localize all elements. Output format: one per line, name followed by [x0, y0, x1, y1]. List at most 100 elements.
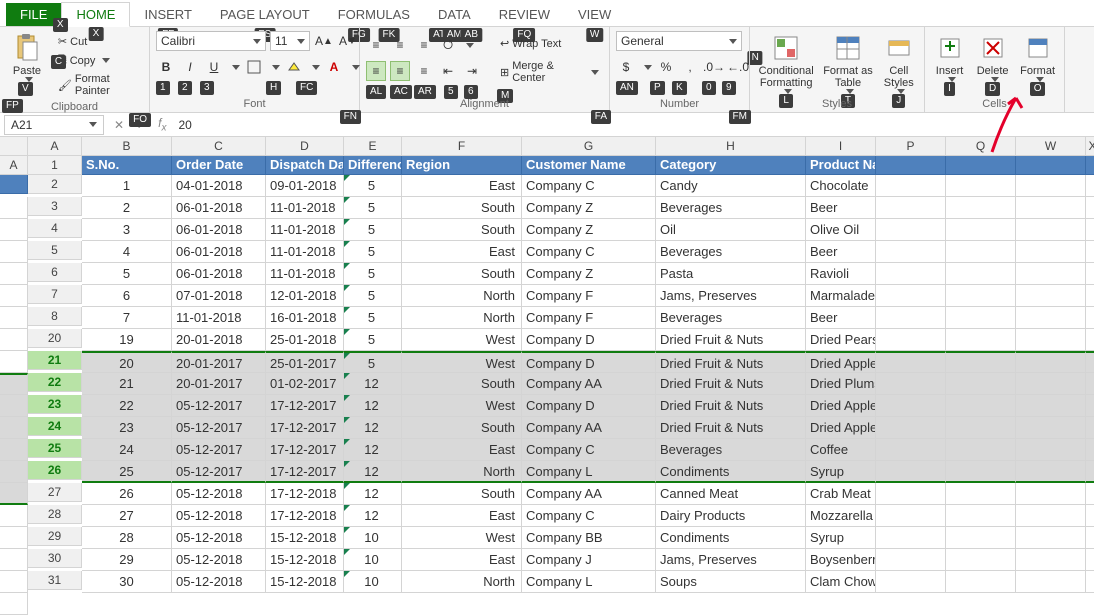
column-header[interactable]: P: [876, 137, 946, 156]
cell[interactable]: [1086, 549, 1094, 571]
cell[interactable]: 15-12-2018: [266, 571, 344, 593]
cell-styles-button[interactable]: Cell Styles J: [880, 31, 918, 94]
cell[interactable]: 5: [344, 307, 402, 329]
cell[interactable]: Company Z: [522, 263, 656, 285]
cell[interactable]: 5: [344, 197, 402, 219]
cell[interactable]: Company D: [522, 351, 656, 373]
cell[interactable]: [0, 263, 28, 285]
cell[interactable]: Beer: [806, 241, 876, 263]
fx-button[interactable]: fx: [152, 116, 172, 133]
cell[interactable]: [1016, 263, 1086, 285]
bold-button[interactable]: B: [156, 57, 176, 77]
cell[interactable]: 17-12-2017: [266, 417, 344, 439]
cell[interactable]: 11-01-2018: [172, 307, 266, 329]
decrease-decimal-button[interactable]: ←.0: [728, 57, 748, 77]
row-header[interactable]: 6: [28, 263, 82, 282]
cell[interactable]: [1016, 219, 1086, 241]
table-header-cell[interactable]: Product Name: [806, 156, 876, 175]
row-header[interactable]: 22: [28, 373, 82, 392]
row-header[interactable]: 21: [28, 351, 82, 370]
cell[interactable]: [946, 505, 1016, 527]
cell[interactable]: 05-12-2018: [172, 549, 266, 571]
fill-color-button[interactable]: [284, 57, 304, 77]
column-header[interactable]: E: [344, 137, 402, 156]
table-header-cell[interactable]: [876, 156, 946, 175]
cell[interactable]: Condiments: [656, 527, 806, 549]
table-header-cell[interactable]: Difference: [344, 156, 402, 175]
cell[interactable]: [1016, 285, 1086, 307]
column-header[interactable]: X: [1086, 137, 1094, 156]
cell[interactable]: [876, 285, 946, 307]
cell[interactable]: [946, 329, 1016, 351]
cell[interactable]: 12-01-2018: [266, 285, 344, 307]
cell[interactable]: 28: [82, 527, 172, 549]
cell[interactable]: [1016, 373, 1086, 395]
cell[interactable]: 12: [344, 417, 402, 439]
cell[interactable]: Company J: [522, 549, 656, 571]
row-header[interactable]: 27: [28, 483, 82, 502]
cell[interactable]: 11-01-2018: [266, 263, 344, 285]
cell[interactable]: Jams, Preserves: [656, 285, 806, 307]
cell[interactable]: Company AA: [522, 373, 656, 395]
formula-input[interactable]: 20: [172, 118, 1094, 132]
format-cells-button[interactable]: Format O: [1017, 31, 1058, 82]
number-format-select[interactable]: General: [616, 31, 742, 51]
cell[interactable]: [1016, 571, 1086, 593]
cell[interactable]: [946, 417, 1016, 439]
cell[interactable]: [876, 197, 946, 219]
cell[interactable]: [876, 329, 946, 351]
cell[interactable]: 20-01-2017: [172, 373, 266, 395]
increase-font-button[interactable]: A▲: [314, 31, 334, 51]
cell[interactable]: 30: [82, 571, 172, 593]
cell[interactable]: 05-12-2018: [172, 571, 266, 593]
cell[interactable]: Marmalade: [806, 285, 876, 307]
cell[interactable]: South: [402, 263, 522, 285]
merge-center-button[interactable]: ⊞Merge & Center M: [496, 58, 603, 86]
accounting-format-button[interactable]: $: [616, 57, 636, 77]
column-header[interactable]: C: [172, 137, 266, 156]
cell[interactable]: [876, 263, 946, 285]
cell[interactable]: 12: [344, 483, 402, 505]
cell[interactable]: [876, 417, 946, 439]
cell[interactable]: [1086, 263, 1094, 285]
insert-cells-button[interactable]: Insert I: [931, 31, 968, 82]
cell[interactable]: 21: [82, 373, 172, 395]
cell[interactable]: Candy: [656, 175, 806, 197]
column-header[interactable]: B: [82, 137, 172, 156]
cell[interactable]: [0, 593, 28, 615]
font-name-select[interactable]: Calibri: [156, 31, 266, 51]
cell[interactable]: [1016, 505, 1086, 527]
cell[interactable]: [0, 307, 28, 329]
cell[interactable]: 12: [344, 373, 402, 395]
cell[interactable]: [0, 461, 28, 483]
tab-home[interactable]: HOME: [61, 2, 130, 27]
row-header[interactable]: 26: [28, 461, 82, 480]
italic-button[interactable]: I: [180, 57, 200, 77]
cell[interactable]: [876, 307, 946, 329]
cell[interactable]: [1016, 461, 1086, 483]
cell[interactable]: South: [402, 219, 522, 241]
cell[interactable]: 17-12-2018: [266, 483, 344, 505]
cell[interactable]: Dried Fruit & Nuts: [656, 351, 806, 373]
cell[interactable]: [1016, 527, 1086, 549]
format-as-table-button[interactable]: Format as Table T: [822, 31, 873, 94]
cell[interactable]: 25: [82, 461, 172, 483]
cell[interactable]: [946, 307, 1016, 329]
cell[interactable]: [0, 329, 28, 351]
cell[interactable]: Company Z: [522, 219, 656, 241]
cell[interactable]: [946, 241, 1016, 263]
cell[interactable]: [1016, 395, 1086, 417]
cell[interactable]: [1086, 483, 1094, 505]
cell[interactable]: [1086, 241, 1094, 263]
cell[interactable]: [0, 549, 28, 571]
cell[interactable]: West: [402, 527, 522, 549]
cell[interactable]: [0, 241, 28, 263]
cell[interactable]: Company AA: [522, 417, 656, 439]
cell[interactable]: 17-12-2017: [266, 395, 344, 417]
conditional-formatting-button[interactable]: Conditional Formatting L: [756, 31, 816, 94]
cell[interactable]: Dried Fruit & Nuts: [656, 329, 806, 351]
cell[interactable]: [0, 373, 28, 395]
cell[interactable]: Company C: [522, 439, 656, 461]
cell[interactable]: West: [402, 351, 522, 373]
cell[interactable]: 05-12-2017: [172, 417, 266, 439]
